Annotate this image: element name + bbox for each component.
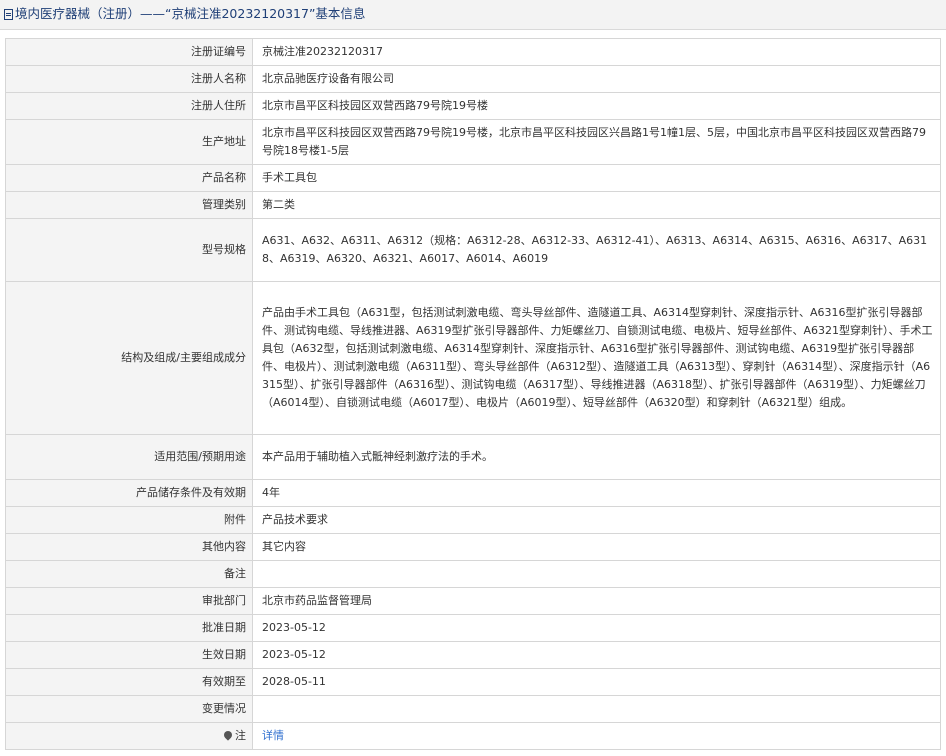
- row-value: 其它内容: [252, 533, 941, 561]
- page-title-bar: 境内医疗器械（注册）——“京械注准20232120317”基本信息: [0, 0, 946, 30]
- table-row: 有效期至 2028-05-11: [5, 668, 941, 696]
- row-value: [252, 560, 941, 588]
- table-row: 结构及组成/主要组成成分 产品由手术工具包（A631型，包括测试刺激电缆、弯头导…: [5, 281, 941, 435]
- row-value: 第二类: [252, 191, 941, 219]
- pin-icon: [222, 729, 234, 741]
- row-label: 管理类别: [5, 191, 253, 219]
- row-value: A631、A632、A6311、A6312（规格：A6312-28、A6312-…: [252, 218, 941, 282]
- row-label: 变更情况: [5, 695, 253, 723]
- row-label: 生效日期: [5, 641, 253, 669]
- document-icon: [4, 9, 13, 20]
- row-label: 注册人名称: [5, 65, 253, 93]
- row-value: 北京品驰医疗设备有限公司: [252, 65, 941, 93]
- row-value: 北京市昌平区科技园区双营西路79号院19号楼，北京市昌平区科技园区兴昌路1号1幢…: [252, 119, 941, 165]
- row-label: 注册证编号: [5, 38, 253, 66]
- row-value: 产品由手术工具包（A631型，包括测试刺激电缆、弯头导丝部件、造隧道工具、A63…: [252, 281, 941, 435]
- row-label: 产品名称: [5, 164, 253, 192]
- row-label: 附件: [5, 506, 253, 534]
- table-row: 产品名称 手术工具包: [5, 164, 941, 192]
- row-label: 生产地址: [5, 119, 253, 165]
- table-row: 管理类别 第二类: [5, 191, 941, 219]
- row-value: 手术工具包: [252, 164, 941, 192]
- table-row: 批准日期 2023-05-12: [5, 614, 941, 642]
- table-row: 注册人住所 北京市昌平区科技园区双营西路79号院19号楼: [5, 92, 941, 120]
- row-value: [252, 695, 941, 723]
- table-row: 注册人名称 北京品驰医疗设备有限公司: [5, 65, 941, 93]
- table-row: 生效日期 2023-05-12: [5, 641, 941, 669]
- note-label: 注: [235, 729, 246, 742]
- details-link[interactable]: 详情: [262, 729, 284, 742]
- row-value: 2023-05-12: [252, 614, 941, 642]
- row-label: 型号规格: [5, 218, 253, 282]
- table-row: 其他内容 其它内容: [5, 533, 941, 561]
- note-label-cell: 注: [5, 722, 253, 750]
- table-row: 变更情况: [5, 695, 941, 723]
- row-label: 批准日期: [5, 614, 253, 642]
- table-row: 型号规格 A631、A632、A6311、A6312（规格：A6312-28、A…: [5, 218, 941, 282]
- row-value: 京械注准20232120317: [252, 38, 941, 66]
- table-row: 适用范围/预期用途 本产品用于辅助植入式骶神经刺激疗法的手术。: [5, 434, 941, 480]
- row-value: 2028-05-11: [252, 668, 941, 696]
- row-label: 有效期至: [5, 668, 253, 696]
- note-value-cell: 详情: [252, 722, 941, 750]
- table-row: 附件 产品技术要求: [5, 506, 941, 534]
- table-row: 备注: [5, 560, 941, 588]
- row-value: 北京市药品监督管理局: [252, 587, 941, 615]
- table-row: 审批部门 北京市药品监督管理局: [5, 587, 941, 615]
- row-label: 其他内容: [5, 533, 253, 561]
- row-value: 本产品用于辅助植入式骶神经刺激疗法的手术。: [252, 434, 941, 480]
- row-value: 产品技术要求: [252, 506, 941, 534]
- row-label: 备注: [5, 560, 253, 588]
- table-row: 生产地址 北京市昌平区科技园区双营西路79号院19号楼，北京市昌平区科技园区兴昌…: [5, 119, 941, 165]
- row-label: 结构及组成/主要组成成分: [5, 281, 253, 435]
- row-label: 审批部门: [5, 587, 253, 615]
- row-value: 4年: [252, 479, 941, 507]
- row-label: 产品储存条件及有效期: [5, 479, 253, 507]
- page-title: 境内医疗器械（注册）——“京械注准20232120317”基本信息: [15, 6, 366, 21]
- row-value: 北京市昌平区科技园区双营西路79号院19号楼: [252, 92, 941, 120]
- row-label: 适用范围/预期用途: [5, 434, 253, 480]
- row-value: 2023-05-12: [252, 641, 941, 669]
- table-row: 产品储存条件及有效期 4年: [5, 479, 941, 507]
- table-row: 注 详情: [5, 722, 941, 750]
- info-table: 注册证编号 京械注准20232120317 注册人名称 北京品驰医疗设备有限公司…: [5, 38, 941, 750]
- table-row: 注册证编号 京械注准20232120317: [5, 38, 941, 66]
- row-label: 注册人住所: [5, 92, 253, 120]
